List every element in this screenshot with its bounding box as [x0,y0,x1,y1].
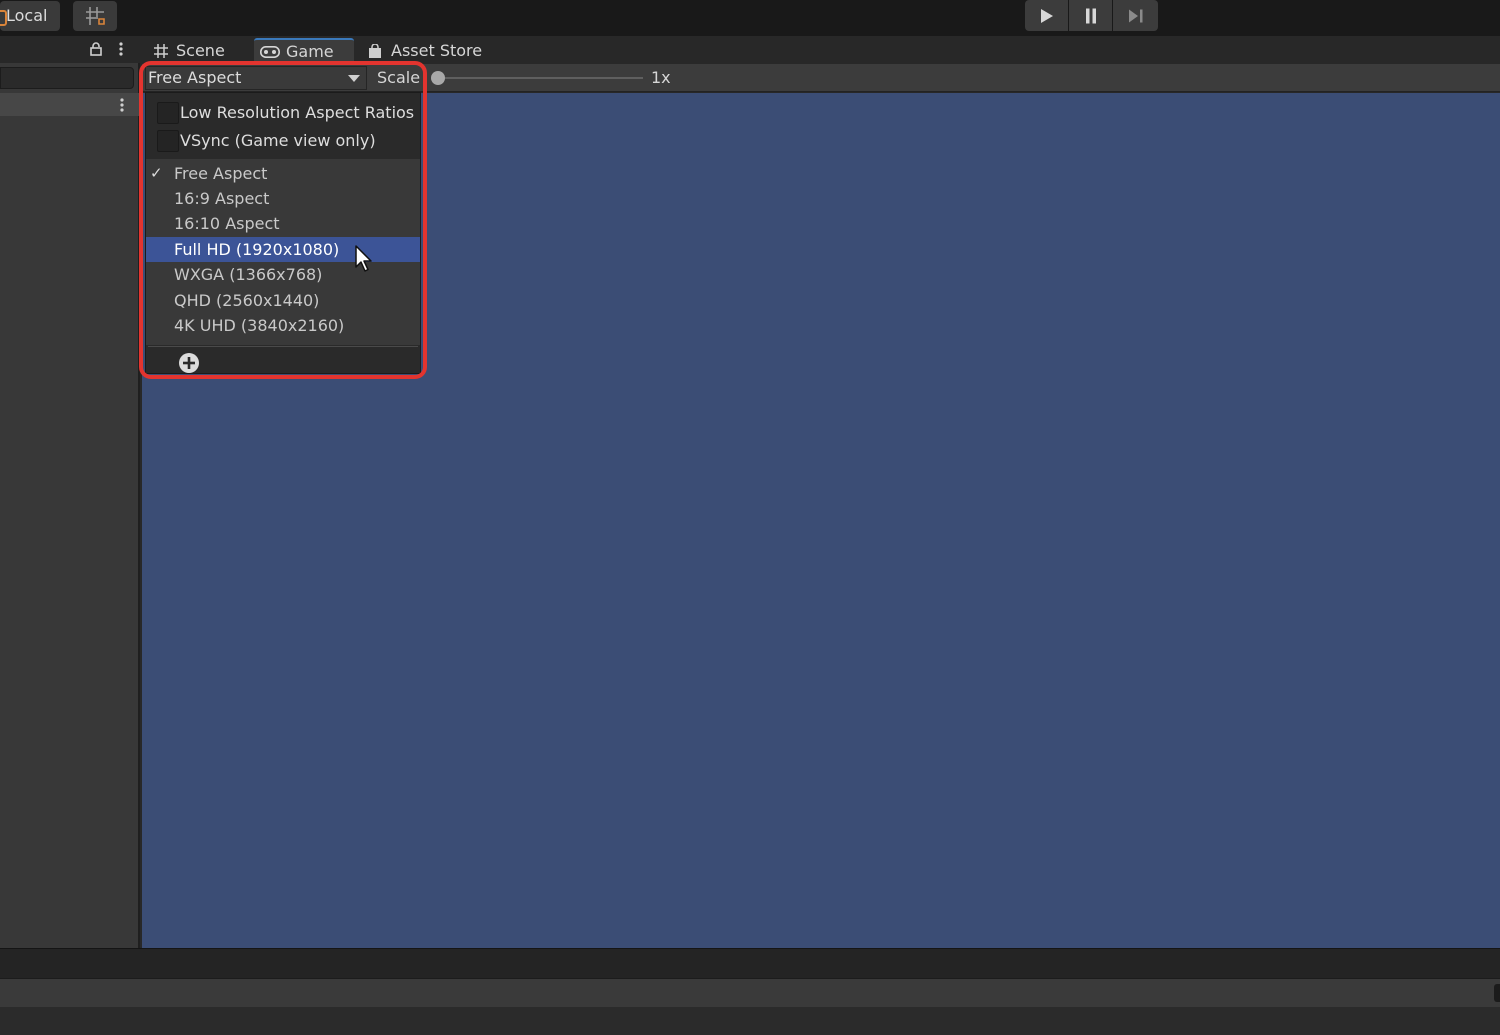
step-icon [1128,9,1142,22]
grid-snap-button[interactable] [73,1,117,31]
step-button[interactable] [1113,0,1158,31]
play-icon [1040,8,1053,23]
main-toolbar [0,0,1500,36]
highlight-box [139,61,427,379]
bottom-panel-tabs [0,948,1500,978]
kebab-menu-icon[interactable] [119,42,123,56]
mouse-cursor-icon [355,245,372,272]
grid-snap-icon [86,7,105,25]
pivot-handle-icon [0,10,7,26]
tab-label: Asset Store [391,41,483,60]
hierarchy-header [0,36,140,63]
tab-label: Game [286,42,334,61]
scale-value: 1x [651,68,671,87]
play-button[interactable] [1025,0,1068,31]
tab-label: Scene [176,41,225,60]
hierarchy-search-input[interactable] [0,67,134,89]
local-label: Local [6,6,48,25]
pause-button[interactable] [1069,0,1112,31]
hierarchy-scene-row[interactable] [0,93,140,116]
scale-slider-track[interactable] [438,77,643,79]
lock-icon[interactable] [90,42,102,56]
shopping-bag-icon [369,44,381,58]
status-bar [0,978,1500,1007]
hierarchy-panel [0,36,140,948]
local-global-toggle[interactable]: Local [0,1,60,31]
pause-icon [1085,8,1096,23]
kebab-menu-icon[interactable] [120,98,124,112]
status-bar-handle [1494,984,1500,1002]
gamepad-icon [260,46,280,58]
scale-slider-handle[interactable] [431,71,445,85]
scene-grid-icon [154,44,168,58]
bottom-panel [0,1007,1500,1035]
